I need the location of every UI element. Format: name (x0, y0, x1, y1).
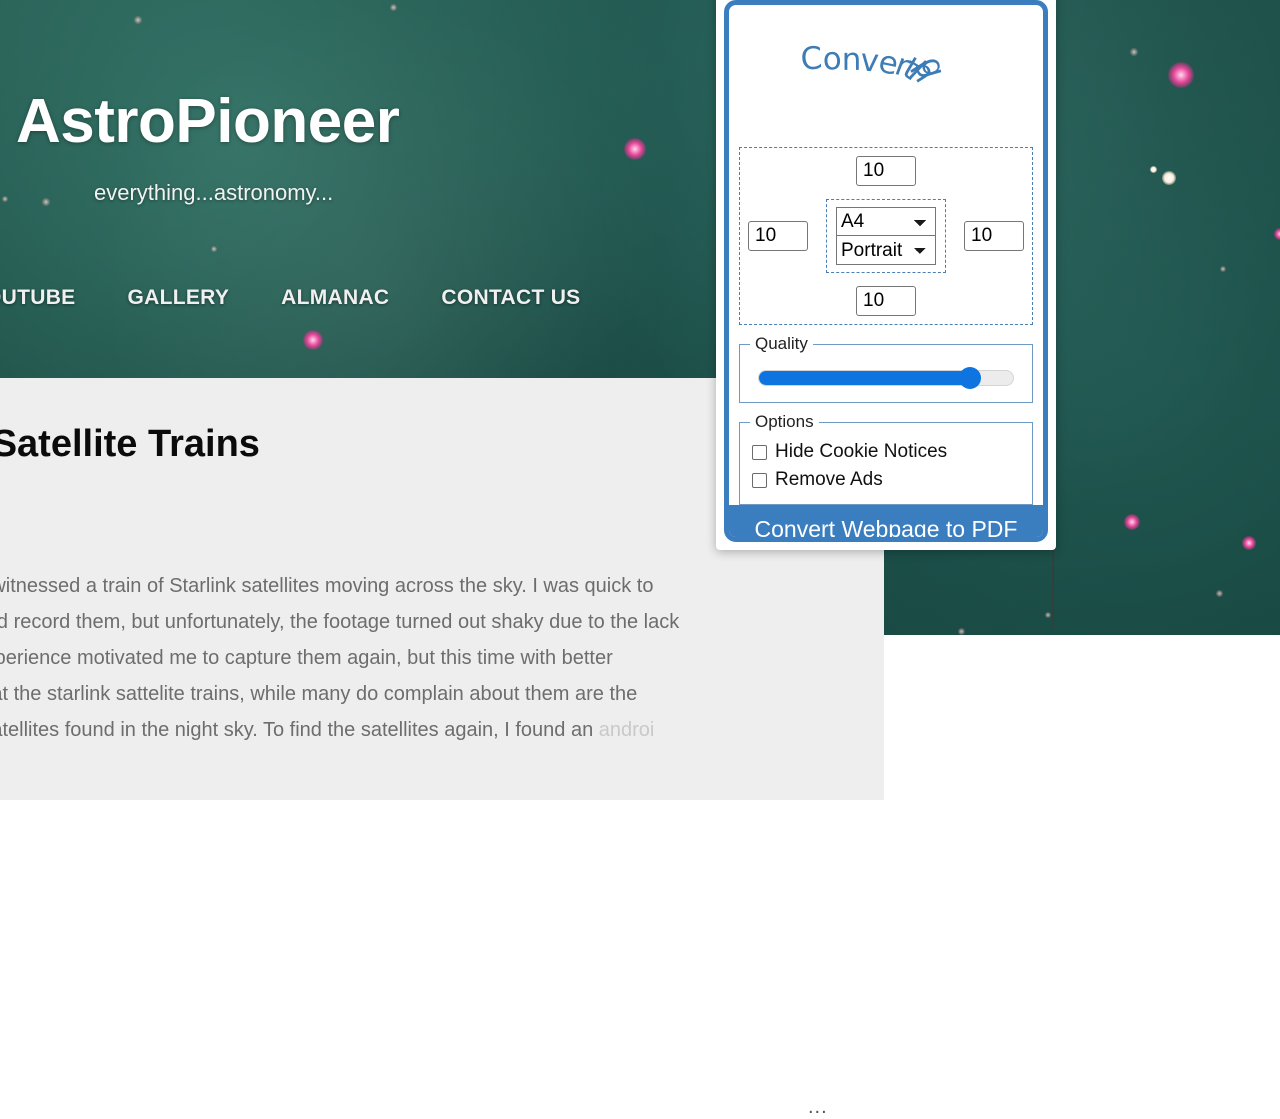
star-decoration (1150, 166, 1157, 173)
star-decoration (1168, 62, 1194, 88)
options-fieldset: Options Hide Cookie Notices Remove Ads (739, 412, 1033, 505)
article-body: o, I witnessed a train of Starlink satel… (0, 568, 858, 748)
margin-top-input[interactable] (856, 156, 916, 186)
quality-fieldset: Quality (739, 334, 1033, 403)
quality-slider-wrapper (750, 360, 1022, 392)
star-decoration (1130, 48, 1138, 56)
article-line: d that the starlink sattelite trains, wh… (0, 683, 638, 705)
star-decoration (624, 138, 646, 160)
truncation-ellipsis: ... (808, 1096, 828, 1118)
margin-bottom-input[interactable] (856, 286, 916, 316)
article-faded-text: androi (598, 719, 655, 741)
star-decoration (2, 196, 8, 202)
star-decoration (134, 16, 142, 24)
logo-letter: n (841, 41, 862, 78)
nav-item-almanac[interactable]: ALMANAC (281, 286, 389, 310)
article-heading: k Satellite Trains (0, 423, 260, 465)
remove-ads-label: Remove Ads (775, 469, 883, 490)
popup-inner-frame: Converting A4 Portrait Quality (724, 0, 1048, 542)
star-decoration (211, 246, 217, 252)
star-decoration (1220, 266, 1226, 272)
remove-ads-checkbox[interactable] (752, 472, 767, 488)
option-hide-cookie-notices-row[interactable]: Hide Cookie Notices (750, 438, 1022, 466)
hide-cookie-notices-label: Hide Cookie Notices (775, 441, 948, 462)
quality-slider-thumb[interactable] (958, 367, 981, 389)
orientation-select[interactable]: Portrait (836, 236, 936, 265)
star-decoration (1045, 612, 1051, 618)
article-line: a and record them, but unfortunately, th… (0, 611, 680, 633)
star-decoration (1274, 228, 1280, 240)
paper-settings-group: A4 Portrait (826, 199, 946, 273)
quality-slider-track[interactable] (758, 367, 1014, 389)
options-legend: Options (755, 412, 814, 431)
star-decoration (1162, 171, 1176, 185)
site-navigation: OUTUBE GALLERY ALMANAC CONTACT US (0, 283, 580, 313)
popup-logo-area: Converting (729, 5, 1043, 147)
margin-left-input[interactable] (748, 221, 808, 251)
article-line: ar satellites found in the night sky. To… (0, 712, 858, 748)
star-decoration (1242, 536, 1256, 550)
paper-size-select[interactable]: A4 (836, 207, 936, 236)
margin-right-input[interactable] (964, 221, 1024, 251)
logo-letter: o (821, 40, 843, 78)
hide-cookie-notices-checkbox[interactable] (752, 444, 767, 460)
star-decoration (390, 4, 397, 11)
star-decoration (303, 330, 323, 350)
nav-item-contact-us[interactable]: CONTACT US (441, 286, 580, 310)
page-margins-group: A4 Portrait (739, 147, 1033, 325)
site-tagline: everything...astronomy... (94, 180, 334, 205)
option-remove-ads-row[interactable]: Remove Ads (750, 466, 1022, 494)
logo-letter: C (799, 40, 824, 78)
nav-item-gallery[interactable]: GALLERY (127, 286, 229, 310)
quality-slider-fill (759, 371, 970, 385)
pdf-converter-popup: Converting A4 Portrait Quality (716, 0, 1056, 550)
quality-legend: Quality (755, 334, 808, 353)
star-decoration (958, 628, 965, 635)
article-line-text: ar satellites found in the night sky. To… (0, 719, 599, 741)
nav-item-youtube[interactable]: OUTUBE (0, 286, 75, 310)
article-line: o, I witnessed a train of Starlink satel… (0, 575, 654, 597)
star-decoration (1216, 590, 1223, 597)
site-title: AstroPioneer (16, 87, 400, 156)
convert-webpage-to-pdf-button[interactable]: Convert Webpage to PDF (729, 505, 1043, 537)
background-webpage: AstroPioneer everything...astronomy... O… (0, 0, 1280, 1118)
converting-logo: Converting (799, 40, 972, 89)
star-decoration (42, 198, 50, 206)
margins-middle-row: A4 Portrait (746, 199, 1026, 273)
star-decoration (1124, 514, 1140, 530)
article-line: s experience motivated me to capture the… (0, 647, 613, 669)
